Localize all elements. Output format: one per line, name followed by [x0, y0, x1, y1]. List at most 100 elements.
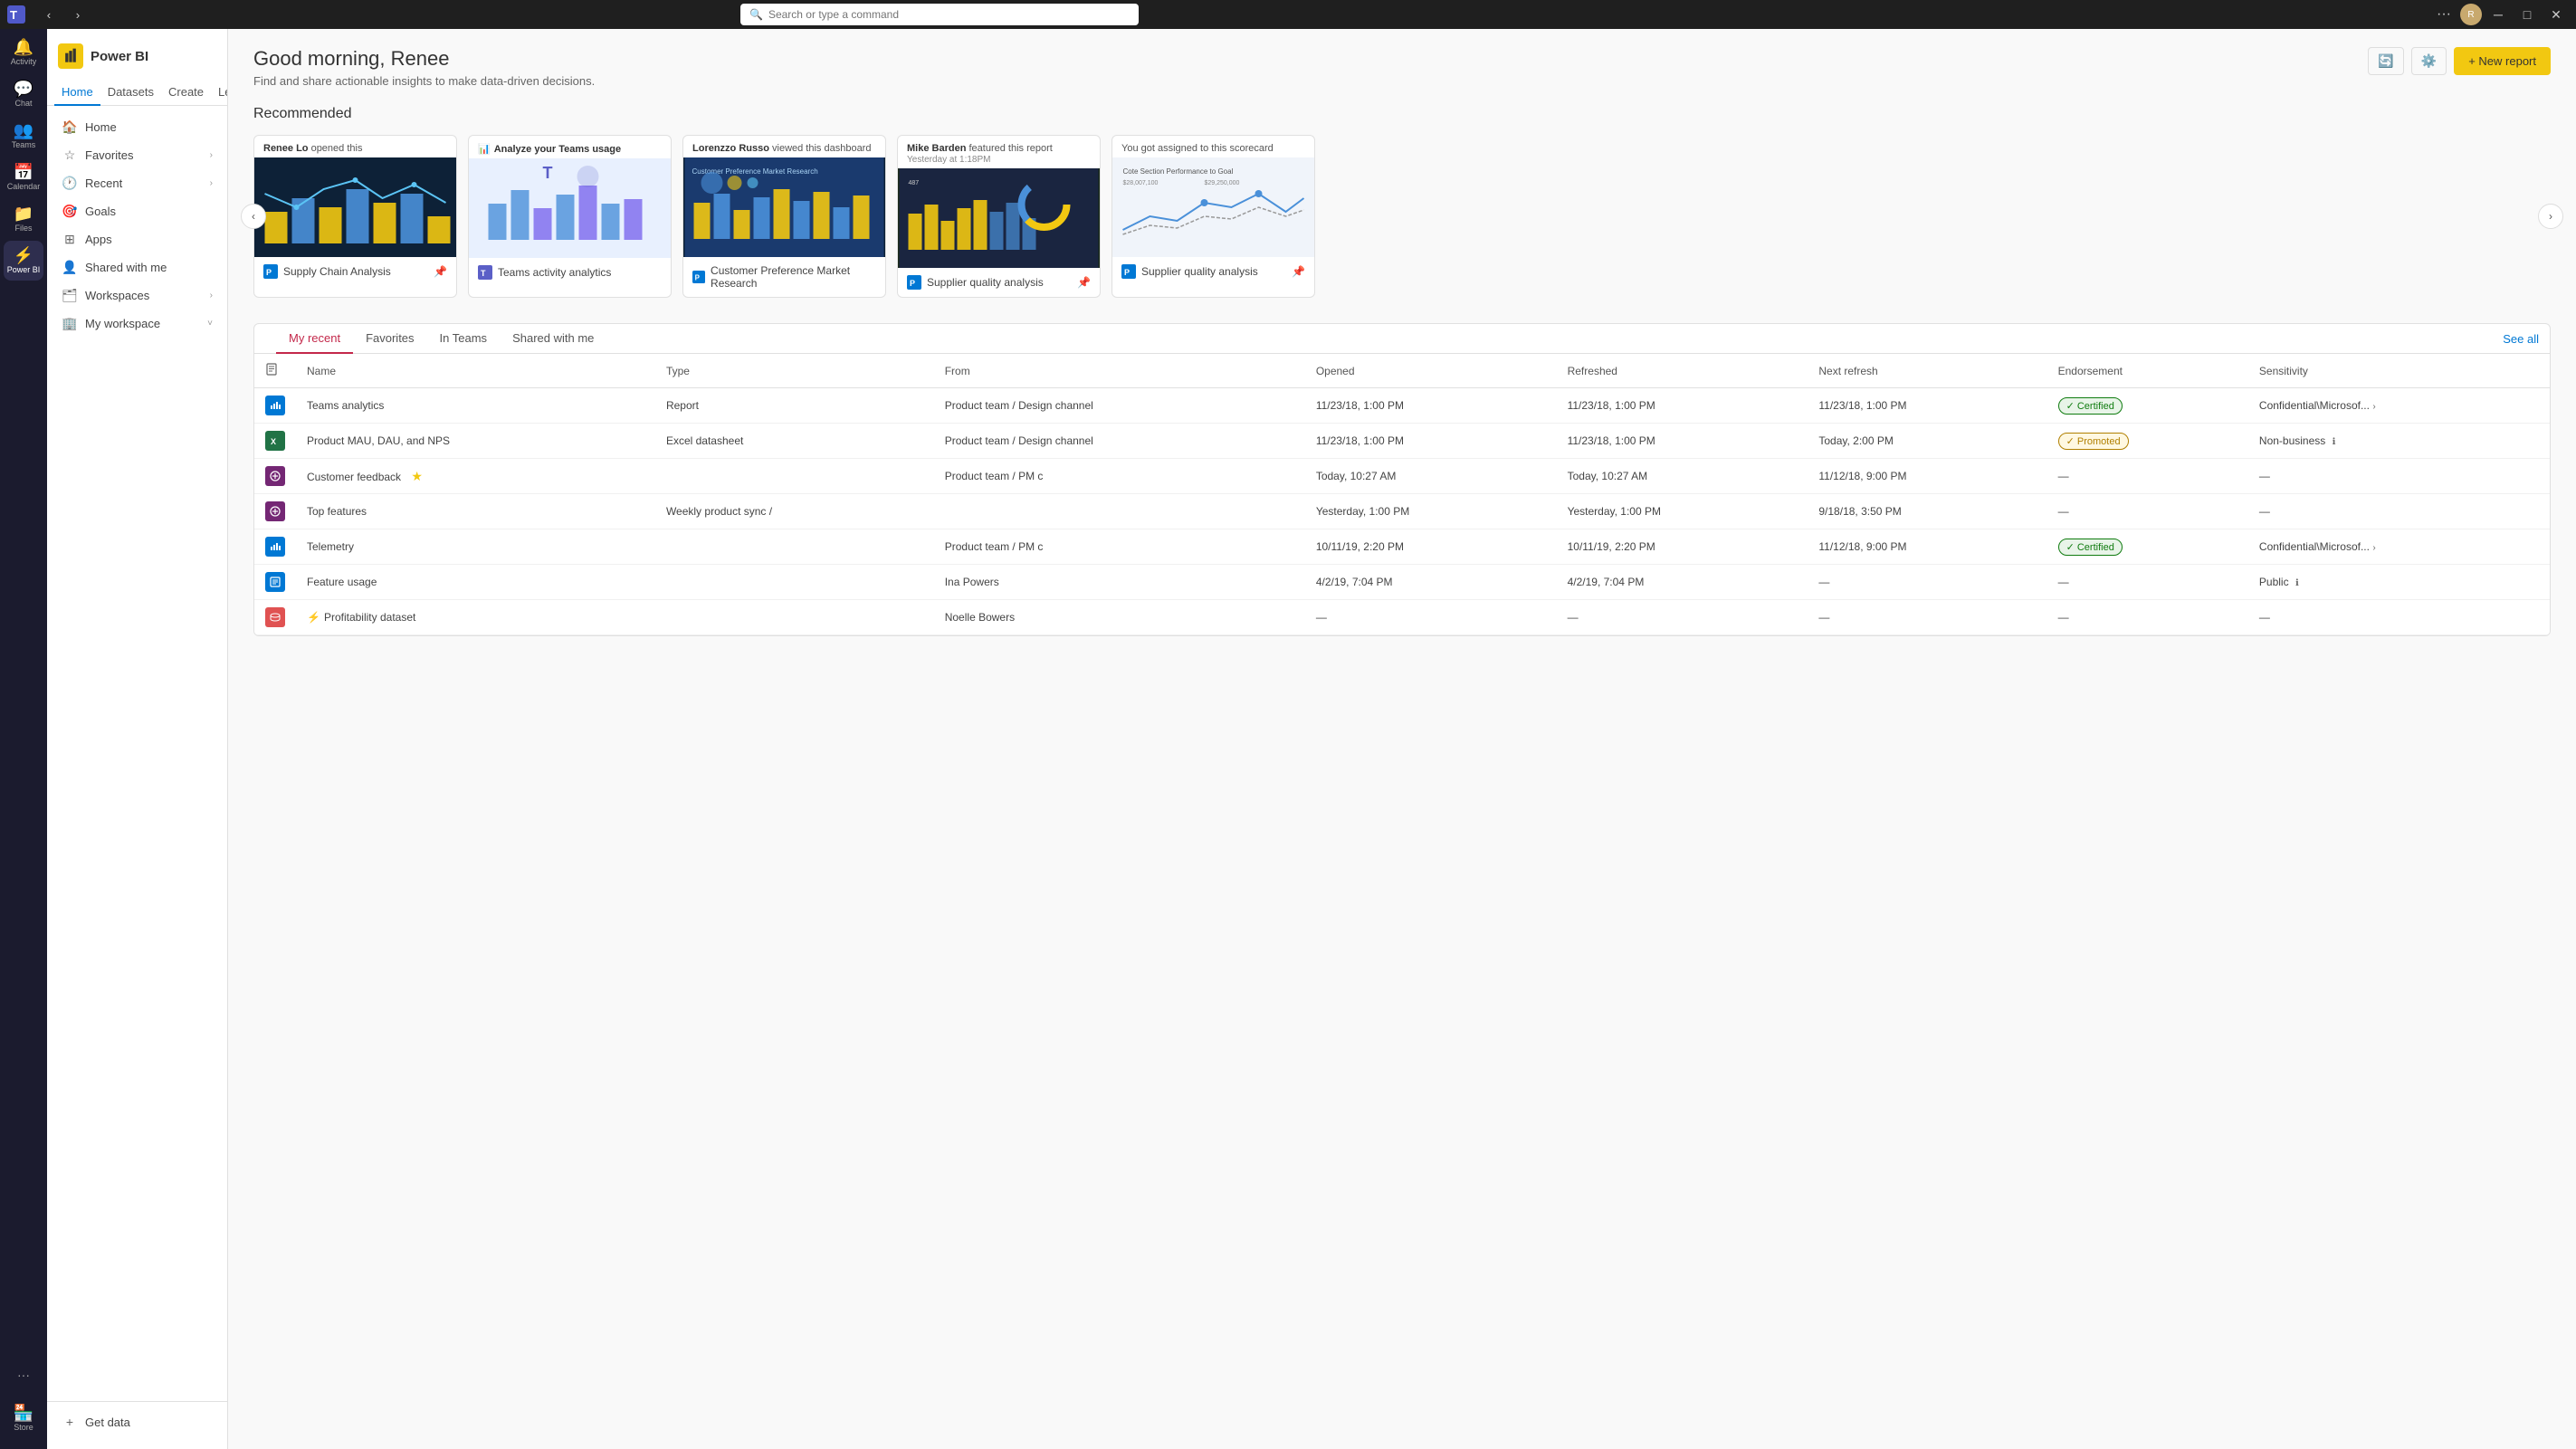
report-type-icon	[265, 396, 285, 415]
rec-card-footer-supplier-1: P Supplier quality analysis 📌	[898, 268, 1100, 297]
col-header-name: Name	[296, 354, 655, 388]
row-type-feature-usage	[655, 565, 934, 600]
table-row[interactable]: Teams analytics Report Product team / De…	[254, 388, 2550, 424]
table-row[interactable]: Customer feedback ★ Product team / PM c …	[254, 459, 2550, 494]
minimize-button[interactable]: ─	[2485, 2, 2511, 27]
favorites-arrow-icon: ›	[210, 150, 213, 160]
tab-datasets[interactable]: Datasets	[100, 80, 161, 106]
rec-card-header-teams-usage: 📊Analyze your Teams usage	[469, 136, 671, 158]
row-icon-telemetry	[254, 529, 296, 565]
svg-text:T: T	[10, 8, 17, 22]
table-row[interactable]: Telemetry Product team / PM c 10/11/19, …	[254, 529, 2550, 565]
row-sensitivity-teams-analytics: Confidential\Microsof... ›	[2248, 388, 2550, 424]
sidebar-item-more[interactable]: ···	[4, 1355, 43, 1395]
row-opened-profitability: —	[1305, 600, 1557, 635]
svg-text:Cote Section Performance to Go: Cote Section Performance to Goal	[1123, 167, 1234, 176]
settings-button[interactable]: ⚙️	[2411, 47, 2447, 75]
row-type-customer-feedback	[655, 459, 934, 494]
rec-card-supply-chain[interactable]: Renee Lo opened this	[253, 135, 457, 298]
nav-item-recent[interactable]: 🕐 Recent ›	[51, 169, 224, 197]
user-avatar[interactable]: R	[2460, 4, 2482, 25]
nav-item-myworkspace[interactable]: 🏢 My workspace ˅	[51, 310, 224, 338]
tab-in-teams[interactable]: In Teams	[427, 324, 501, 354]
sidebar-item-calendar[interactable]: 📅 Calendar	[4, 157, 43, 197]
page-subtitle: Find and share actionable insights to ma…	[253, 74, 595, 88]
table-row[interactable]: Feature usage Ina Powers 4/2/19, 7:04 PM…	[254, 565, 2550, 600]
nav-item-favorites[interactable]: ☆ Favorites ›	[51, 141, 224, 169]
row-endorsement-product-mau: ✓ Promoted	[2047, 424, 2248, 459]
row-opened-telemetry: 10/11/19, 2:20 PM	[1305, 529, 1557, 565]
search-input[interactable]	[768, 8, 1130, 21]
apps-nav-icon: ⊞	[62, 232, 78, 247]
recent-table: Name Type From Opened Refreshed Next ref…	[254, 354, 2550, 635]
main-content: Good morning, Renee Find and share actio…	[228, 29, 2576, 1449]
rec-card-supplier-quality-1[interactable]: Mike Barden featured this reportYesterda…	[897, 135, 1101, 298]
rec-card-customer-pref[interactable]: Lorenzzo Russo viewed this dashboard Cus…	[682, 135, 886, 298]
row-icon-teams-analytics	[254, 388, 296, 424]
tab-learn[interactable]: Learn	[211, 80, 228, 106]
back-button[interactable]: ‹	[36, 2, 62, 27]
getdata-icon: +	[62, 1415, 78, 1429]
sidebar-item-powerbi[interactable]: ⚡ Power BI	[4, 241, 43, 281]
sidebar-item-files[interactable]: 📁 Files	[4, 199, 43, 239]
close-button[interactable]: ✕	[2543, 2, 2569, 27]
row-refreshed-top-features: Yesterday, 1:00 PM	[1557, 494, 1808, 529]
svg-text:T: T	[543, 164, 553, 182]
supply-chain-card-title: Supply Chain Analysis	[283, 265, 391, 278]
row-refreshed-profitability: —	[1557, 600, 1808, 635]
teams-icon: 👥	[14, 122, 33, 138]
teams-label: Teams	[12, 140, 36, 149]
table-row[interactable]: ⚡Profitability dataset Noelle Bowers — —…	[254, 600, 2550, 635]
refresh-button[interactable]: 🔄	[2368, 47, 2403, 75]
row-from-product-mau: Product team / Design channel	[934, 424, 1305, 459]
svg-text:P: P	[266, 268, 272, 277]
row-name-profitability: ⚡Profitability dataset	[296, 600, 655, 635]
nav-item-workspaces[interactable]: 🗂 Workspaces ›	[51, 281, 224, 310]
tab-my-recent[interactable]: My recent	[276, 324, 353, 354]
table-row[interactable]: X Product MAU, DAU, and NPS Excel datash…	[254, 424, 2550, 459]
tab-home[interactable]: Home	[54, 80, 100, 106]
svg-text:P: P	[695, 274, 700, 282]
rec-next-button[interactable]: ›	[2538, 204, 2563, 229]
row-icon-product-mau: X	[254, 424, 296, 459]
rec-prev-button[interactable]: ‹	[241, 204, 266, 229]
teams-logo: T	[7, 5, 25, 24]
nav-item-home[interactable]: 🏠 Home	[51, 113, 224, 141]
new-report-button[interactable]: + New report	[2454, 47, 2551, 75]
recent-arrow-icon: ›	[210, 178, 213, 188]
apps-nav-label: Apps	[85, 233, 213, 246]
activity-label: Activity	[11, 57, 37, 66]
maximize-button[interactable]: □	[2514, 2, 2540, 27]
search-bar[interactable]: 🔍	[740, 4, 1139, 25]
header-text: Good morning, Renee Find and share actio…	[253, 47, 595, 88]
rec-card-scorecard[interactable]: You got assigned to this scorecard Cote …	[1111, 135, 1315, 298]
row-refreshed-telemetry: 10/11/19, 2:20 PM	[1557, 529, 1808, 565]
teams-badge-icon: T	[478, 265, 492, 280]
getdata-label: Get data	[85, 1416, 213, 1429]
row-type-telemetry	[655, 529, 934, 565]
see-all-link[interactable]: See all	[2503, 332, 2539, 346]
tab-favorites[interactable]: Favorites	[353, 324, 426, 354]
row-endorsement-customer-feedback: —	[2047, 459, 2248, 494]
sidebar-item-chat[interactable]: 💬 Chat	[4, 74, 43, 114]
nav-item-getdata[interactable]: + Get data	[62, 1409, 213, 1435]
forward-button[interactable]: ›	[65, 2, 91, 27]
favorites-nav-label: Favorites	[85, 148, 203, 162]
tab-create[interactable]: Create	[161, 80, 211, 106]
table-row[interactable]: Top features Weekly product sync / Yeste…	[254, 494, 2550, 529]
tab-shared-with-me[interactable]: Shared with me	[500, 324, 606, 354]
rec-card-teams-usage[interactable]: 📊Analyze your Teams usage	[468, 135, 672, 298]
nav-item-shared[interactable]: 👤 Shared with me	[51, 253, 224, 281]
nav-item-goals[interactable]: 🎯 Goals	[51, 197, 224, 225]
sidebar-item-store[interactable]: 🏪 Store	[4, 1398, 43, 1438]
supply-chain-pin-icon: 📌	[434, 265, 447, 278]
title-bar-right: ··· R ─ □ ✕	[2431, 2, 2569, 27]
dataset-type-icon	[265, 607, 285, 627]
sidebar-item-teams[interactable]: 👥 Teams	[4, 116, 43, 156]
nav-item-apps[interactable]: ⊞ Apps	[51, 225, 224, 253]
sidebar-item-activity[interactable]: 🔔 Activity	[4, 33, 43, 72]
more-options-button[interactable]: ···	[2431, 2, 2457, 27]
customer-card-title: Customer Preference Market Research	[711, 264, 876, 290]
rec-card-footer-supply-chain: P Supply Chain Analysis 📌	[254, 257, 456, 286]
rec-card-footer-teams: T Teams activity analytics	[469, 258, 671, 287]
